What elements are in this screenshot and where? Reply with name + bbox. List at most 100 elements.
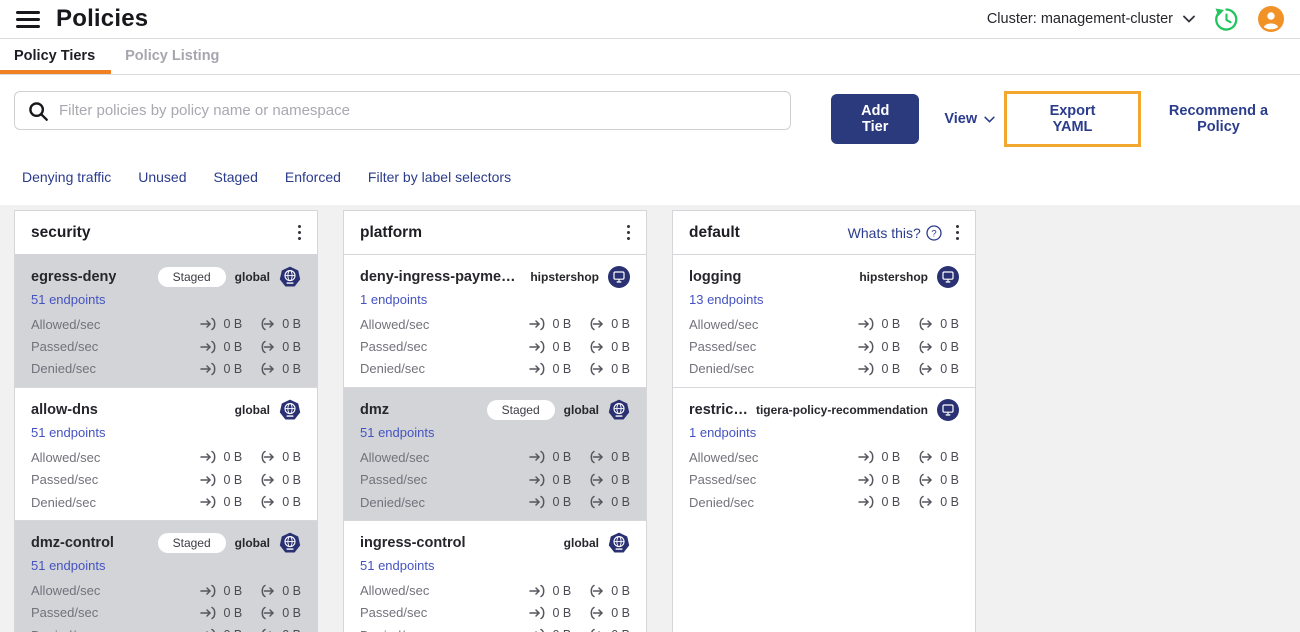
metric-row: Denied/sec 0 B 0 B (689, 358, 959, 380)
tier-name: security (31, 223, 91, 241)
tab-policy-tiers[interactable]: Policy Tiers (0, 39, 112, 74)
egress-bytes-icon (919, 340, 932, 353)
endpoints-link[interactable]: 51 endpoints (31, 558, 301, 573)
metric-label: Denied/sec (31, 494, 97, 510)
egress-bytes-icon (919, 473, 932, 486)
policy-card-allow-dns[interactable]: allow-dns global 51 endpoints Allowed/se… (15, 387, 317, 521)
metric-value: 0 B (529, 473, 571, 487)
egress-bytes-icon (919, 362, 932, 376)
tier-menu-icon[interactable] (621, 223, 636, 242)
metric-label: Denied/sec (31, 628, 96, 632)
policy-card-egress-deny[interactable]: egress-deny Staged global 51 endpoints A… (15, 255, 317, 388)
policy-scope: tigera-policy-recommendation (755, 403, 928, 418)
filter-staged[interactable]: Staged (214, 169, 258, 185)
metric-label: Denied/sec (689, 494, 755, 510)
endpoints-link[interactable]: 51 endpoints (360, 558, 630, 573)
tier-name: platform (360, 223, 422, 241)
tier-board: security egress-deny Staged global 51 en… (0, 205, 1300, 632)
metric-value: 0 B (200, 584, 242, 598)
metric-value: 0 B (259, 495, 301, 509)
history-icon[interactable] (1213, 6, 1240, 33)
ingress-bytes-icon (529, 317, 545, 331)
metric-row: Passed/sec 0 B 0 B (689, 335, 959, 357)
policy-scope: hipstershop (859, 270, 928, 284)
policy-card-deny-ingress-paymentservice[interactable]: deny-ingress-paymentservi… hipstershop 1… (344, 255, 646, 388)
filter-denying-traffic[interactable]: Denying traffic (22, 169, 111, 185)
metric-row: Passed/sec 0 B 0 B (689, 469, 959, 491)
egress-bytes-icon (591, 629, 600, 632)
tab-policy-listing[interactable]: Policy Listing (111, 39, 235, 74)
policy-card-restricted[interactable]: restricted tigera-policy-recommendation … (673, 387, 975, 521)
traffic-metrics: Allowed/sec0 B0 BPassed/sec0 B0 BDenied/… (31, 313, 301, 380)
search-icon (29, 101, 48, 121)
menu-icon[interactable] (16, 7, 40, 32)
metric-value: 0 B (917, 473, 959, 487)
filter-by-label-selectors[interactable]: Filter by label selectors (368, 169, 511, 185)
recommend-policy-button[interactable]: Recommend a Policy (1151, 103, 1286, 135)
egress-bytes-icon (261, 495, 274, 509)
endpoints-link[interactable]: 51 endpoints (360, 425, 630, 440)
metric-value: 0 B (588, 340, 630, 354)
cluster-selector[interactable]: Cluster: management-cluster (987, 11, 1195, 27)
tier-menu-icon[interactable] (950, 223, 965, 242)
view-button-label: View (944, 111, 978, 127)
policy-name: dmz (360, 402, 389, 419)
metric-value: 0 B (588, 606, 630, 620)
metric-row: Denied/sec 0 B 0 B (31, 491, 301, 513)
help-icon: ? (926, 224, 942, 241)
view-button[interactable]: View (944, 111, 995, 127)
metric-value: 0 B (200, 606, 242, 620)
endpoints-link[interactable]: 1 endpoints (360, 292, 630, 307)
policy-search[interactable] (14, 91, 792, 130)
ingress-bytes-icon (858, 473, 874, 486)
tier-column-platform: platform deny-ingress-paymentservi… hips… (343, 210, 647, 632)
endpoints-link[interactable]: 51 endpoints (31, 425, 301, 440)
egress-bytes-icon (919, 495, 932, 509)
policy-scope: global (563, 403, 599, 418)
ingress-bytes-icon (529, 473, 545, 486)
namespace-policy-icon (937, 266, 959, 288)
staged-badge: Staged (157, 533, 226, 554)
ingress-bytes-icon (858, 317, 874, 331)
tier-menu-icon[interactable] (292, 223, 307, 242)
tier-header: security (15, 211, 317, 255)
search-input[interactable] (59, 102, 779, 119)
user-avatar[interactable] (1258, 6, 1284, 32)
metric-row: Allowed/sec 0 B 0 B (689, 446, 959, 468)
policy-card-dmz[interactable]: dmz Staged global 51 endpoints Allowed/s… (344, 387, 646, 521)
metric-value: 0 B (529, 495, 571, 509)
metric-value: 0 B (917, 317, 959, 331)
endpoints-link[interactable]: 51 endpoints (31, 292, 301, 307)
ingress-bytes-icon (200, 340, 216, 353)
traffic-metrics: Allowed/sec0 B0 BPassed/sec0 B0 BDenied/… (31, 446, 301, 513)
export-yaml-button[interactable]: Export YAML (1031, 103, 1114, 135)
endpoints-link[interactable]: 13 endpoints (689, 292, 959, 307)
filter-unused[interactable]: Unused (138, 169, 186, 185)
metric-label: Passed/sec (360, 605, 428, 621)
metric-value: 0 B (259, 362, 301, 376)
metric-row: Passed/sec 0 B 0 B (31, 335, 301, 357)
filter-enforced[interactable]: Enforced (285, 169, 341, 185)
ingress-bytes-icon (200, 451, 216, 464)
egress-bytes-icon (262, 629, 271, 632)
policy-card-logging[interactable]: logging hipstershop 13 endpoints Allowed… (673, 255, 975, 388)
metric-value: 0 B (858, 495, 900, 509)
metric-label: Passed/sec (31, 339, 99, 355)
policy-name: allow-dns (31, 402, 98, 419)
metric-label: Allowed/sec (689, 449, 759, 465)
add-tier-button[interactable]: Add Tier (831, 94, 920, 144)
metric-value: 0 B (529, 317, 571, 331)
policy-card-ingress-control[interactable]: ingress-control global 51 endpoints Allo… (344, 520, 646, 632)
policy-card-dmz-control[interactable]: dmz-control Staged global 51 endpoints A… (15, 520, 317, 632)
tier-column-security: security egress-deny Staged global 51 en… (14, 210, 318, 632)
ingress-bytes-icon (206, 629, 216, 632)
egress-bytes-icon (590, 606, 603, 620)
policy-scope: global (234, 403, 270, 418)
metric-label: Allowed/sec (689, 316, 759, 332)
egress-bytes-icon (590, 451, 603, 464)
endpoints-link[interactable]: 1 endpoints (689, 425, 959, 440)
chevron-down-icon (984, 116, 995, 123)
ingress-bytes-icon (858, 495, 874, 509)
whats-this-link[interactable]: Whats this? ? (848, 225, 942, 241)
metric-value: 0 B (917, 495, 959, 509)
